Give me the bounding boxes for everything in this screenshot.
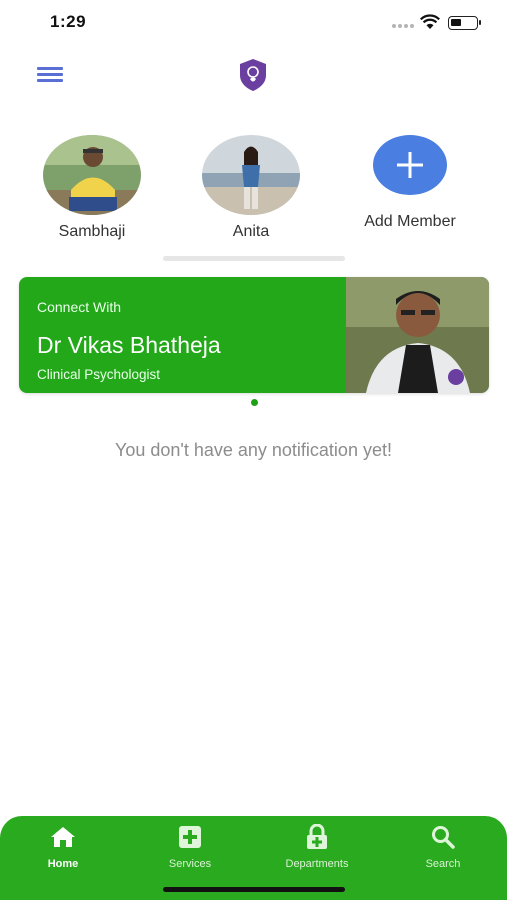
members-scroll-indicator <box>163 256 345 261</box>
wifi-icon <box>420 14 440 29</box>
nav-departments[interactable]: Departments <box>262 823 372 870</box>
member-name: Sambhaji <box>58 223 126 240</box>
banner-eyebrow: Connect With <box>37 299 122 315</box>
avatar <box>202 135 300 215</box>
member-anita[interactable]: Anita <box>196 135 306 241</box>
add-member[interactable]: Add Member <box>355 135 465 231</box>
signal-icon <box>392 24 414 28</box>
nav-services[interactable]: Services <box>135 824 245 870</box>
nav-label: Home <box>47 858 79 870</box>
doctor-specialty: Clinical Psychologist <box>37 367 161 382</box>
add-member-button[interactable] <box>373 135 447 195</box>
doctor-name: Dr Vikas Bhatheja <box>37 332 221 358</box>
menu-icon[interactable] <box>37 67 63 83</box>
lock-plus-icon <box>307 823 327 849</box>
empty-notification-message: You don't have any notification yet! <box>115 440 392 460</box>
nav-label: Search <box>425 858 461 870</box>
doctor-photo <box>346 277 489 393</box>
home-icon <box>51 827 75 847</box>
battery-icon <box>448 16 481 30</box>
home-indicator <box>163 887 345 892</box>
member-name: Anita <box>232 223 270 240</box>
status-bar: 1:29 <box>0 0 507 44</box>
plus-box-icon <box>179 826 201 848</box>
app-logo <box>240 59 266 91</box>
carousel-page-dot <box>251 399 258 406</box>
avatar <box>43 135 141 215</box>
member-sambhaji[interactable]: Sambhaji <box>37 135 147 241</box>
nav-label: Services <box>168 858 212 870</box>
nav-label: Departments <box>285 858 349 870</box>
status-time: 1:29 <box>50 12 87 31</box>
search-icon <box>432 826 455 849</box>
add-member-label: Add Member <box>364 213 456 230</box>
nav-home[interactable]: Home <box>8 824 118 870</box>
doctor-banner[interactable]: Connect With Dr Vikas Bhatheja Clinical … <box>19 277 489 393</box>
nav-search[interactable]: Search <box>388 824 498 870</box>
